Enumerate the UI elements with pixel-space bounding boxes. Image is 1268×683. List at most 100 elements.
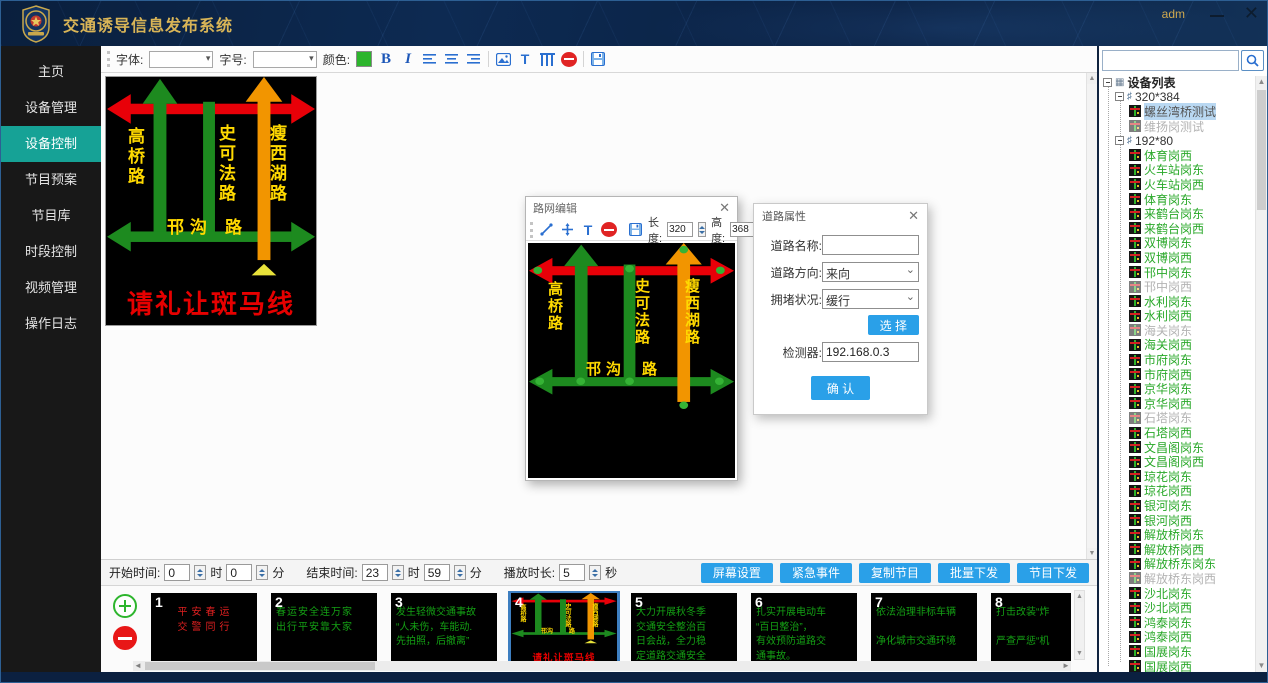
start-minute-input[interactable] [226, 564, 252, 581]
bold-icon[interactable]: B [378, 51, 394, 67]
align-center-icon[interactable] [444, 51, 460, 67]
design-canvas[interactable]: 高桥路 史可法路 瘦西湖路 邗沟 路 请礼让斑马线 路网编辑 ✕ [101, 73, 1097, 559]
confirm-button[interactable]: 确 认 [811, 376, 870, 400]
scroll-up-icon[interactable]: ▲ [1087, 73, 1097, 84]
detector-field[interactable] [822, 342, 919, 362]
program-thumbnail[interactable]: 4 高桥路 史可法路 瘦西湖路 邗沟 路 [511, 593, 617, 665]
device-item[interactable]: 沙北岗西 [1103, 600, 1267, 615]
scroll-left-icon[interactable]: ◄ [133, 661, 143, 671]
device-item[interactable]: 沙北岗东 [1103, 586, 1267, 601]
program-thumbnail[interactable]: 1 平安春运 交警同行 高桥路 史可法路 瘦西湖路 邗沟 路 [151, 593, 257, 665]
sidebar-item[interactable]: 节目预案 [1, 162, 101, 198]
end-minute-stepper[interactable] [454, 565, 466, 580]
font-size-select[interactable] [253, 51, 317, 68]
device-item[interactable]: 维扬岗测试 [1103, 119, 1267, 134]
sidebar-item[interactable]: 主页 [1, 54, 101, 90]
scrollbar-thumb[interactable] [1257, 90, 1266, 210]
end-hour-input[interactable] [362, 564, 388, 581]
delete-icon[interactable] [561, 52, 577, 67]
action-button[interactable]: 批量下发 [938, 563, 1010, 583]
device-item[interactable]: 火车站岗西 [1103, 177, 1267, 192]
program-thumbnail[interactable]: 5 大力开展秋冬季 交通安全整治百 日会战，全力稳 定道路交通安全 形势！ 高桥… [631, 593, 737, 665]
align-right-icon[interactable] [466, 51, 482, 67]
device-search-input[interactable] [1102, 50, 1239, 71]
action-button[interactable]: 节目下发 [1017, 563, 1089, 583]
start-hour-input[interactable] [164, 564, 190, 581]
sidebar-item[interactable]: 设备管理 [1, 90, 101, 126]
device-item[interactable]: 石塔岗东 [1103, 411, 1267, 426]
start-hour-stepper[interactable] [194, 565, 206, 580]
program-thumbnail[interactable]: 6 扎实开展电动车 “百日整治”， 有效预防道路交 通事故。 高桥路 史可法路 … [751, 593, 857, 665]
add-program-button[interactable] [113, 594, 137, 618]
device-item[interactable]: 双博岗东 [1103, 236, 1267, 251]
dialog-close-icon[interactable]: ✕ [908, 208, 919, 224]
device-item[interactable]: 邗中岗东 [1103, 265, 1267, 280]
toolbar-grip-icon[interactable] [107, 51, 110, 67]
tree-group-320x384[interactable]: ♯ 320*384 [1103, 90, 1267, 105]
color-swatch[interactable] [356, 51, 372, 67]
editor-canvas[interactable]: 高桥路 史可法路 瘦西湖路 邗沟 路 [528, 243, 735, 478]
device-item[interactable]: 文昌阁岗西 [1103, 454, 1267, 469]
scroll-up-icon[interactable]: ▲ [1256, 76, 1267, 88]
play-duration-input[interactable] [559, 564, 585, 581]
device-item[interactable]: 京华岗东 [1103, 381, 1267, 396]
program-thumbnail[interactable]: 3 发生轻微交通事故 “人未伤，车能动. 先拍照，后撤离” 高桥路 史可法路 瘦… [391, 593, 497, 665]
device-item[interactable]: 来鹤台岗东 [1103, 206, 1267, 221]
end-minute-input[interactable] [424, 564, 450, 581]
device-item[interactable]: 双博岗西 [1103, 250, 1267, 265]
tree-scrollbar[interactable]: ▲ ▼ [1255, 76, 1267, 672]
logged-in-user[interactable]: adm [1162, 7, 1185, 21]
image-icon[interactable] [495, 51, 511, 67]
playlist-horizontal-scrollbar[interactable]: ◄ ► [133, 661, 1071, 671]
editor-text-tool-icon[interactable]: T [580, 222, 596, 238]
device-item[interactable]: 海关岗东 [1103, 323, 1267, 338]
editor-titlebar[interactable]: 路网编辑 ✕ [526, 197, 737, 219]
device-item[interactable]: 体育岗西 [1103, 148, 1267, 163]
italic-icon[interactable]: I [400, 51, 416, 67]
scroll-down-icon[interactable]: ▼ [1087, 548, 1097, 559]
congestion-select[interactable]: 缓行 [822, 289, 919, 309]
road-icon[interactable] [539, 51, 555, 67]
device-item[interactable]: 海关岗西 [1103, 338, 1267, 353]
device-item[interactable]: 琼花岗东 [1103, 469, 1267, 484]
device-item[interactable]: 文昌阁岗东 [1103, 440, 1267, 455]
length-stepper[interactable] [698, 222, 706, 237]
road-direction-select[interactable]: 来向 [822, 262, 919, 282]
led-preview-panel[interactable]: 高桥路 史可法路 瘦西湖路 邗沟 路 请礼让斑马线 [105, 76, 317, 326]
play-duration-stepper[interactable] [589, 565, 601, 580]
program-thumbnail[interactable]: 7 依法治理非标车辆 净化城市交通环境 高桥路 史可法路 瘦西湖路 邗沟 [871, 593, 977, 665]
device-item[interactable]: 体育岗东 [1103, 192, 1267, 207]
device-item[interactable]: 来鹤台岗西 [1103, 221, 1267, 236]
road-name-field[interactable] [822, 235, 919, 255]
device-item[interactable]: 邗中岗西 [1103, 279, 1267, 294]
remove-program-button[interactable] [113, 626, 137, 650]
save-icon[interactable] [590, 51, 606, 67]
device-item[interactable]: 火车站岗东 [1103, 163, 1267, 178]
device-item[interactable]: 鸿泰岗东 [1103, 615, 1267, 630]
program-thumbnail[interactable]: 2 春运安全连万家 出行平安靠大家 高桥路 史可法路 瘦西湖路 邗沟 路 [271, 593, 377, 665]
scroll-right-icon[interactable]: ► [1061, 661, 1071, 671]
device-item[interactable]: 国展岗东 [1103, 644, 1267, 659]
length-input[interactable] [667, 222, 693, 237]
collapse-icon[interactable] [1115, 92, 1124, 101]
action-button[interactable]: 屏幕设置 [701, 563, 773, 583]
device-item[interactable]: 解放桥岗东 [1103, 527, 1267, 542]
minimize-icon[interactable] [1209, 9, 1225, 23]
editor-save-icon[interactable] [627, 222, 643, 238]
playlist-vertical-scrollbar[interactable]: ▲ ▼ [1074, 590, 1085, 660]
sidebar-item[interactable]: 节目库 [1, 198, 101, 234]
device-item[interactable]: 鸿泰岗西 [1103, 630, 1267, 645]
scroll-down-icon[interactable]: ▼ [1075, 648, 1084, 659]
device-item[interactable]: 琼花岗西 [1103, 484, 1267, 499]
scroll-down-icon[interactable]: ▼ [1256, 660, 1267, 672]
close-icon[interactable]: ✕ [1244, 3, 1259, 24]
action-button[interactable]: 复制节目 [859, 563, 931, 583]
device-item[interactable]: 水利岗东 [1103, 294, 1267, 309]
end-hour-stepper[interactable] [392, 565, 404, 580]
device-item[interactable]: 市府岗东 [1103, 352, 1267, 367]
scroll-up-icon[interactable]: ▲ [1075, 591, 1084, 602]
line-tool-icon[interactable] [538, 222, 554, 238]
sidebar-item[interactable]: 时段控制 [1, 234, 101, 270]
device-item[interactable]: 解放桥东岗西 [1103, 571, 1267, 586]
device-item[interactable]: 螺丝湾桥测试 [1103, 104, 1267, 119]
